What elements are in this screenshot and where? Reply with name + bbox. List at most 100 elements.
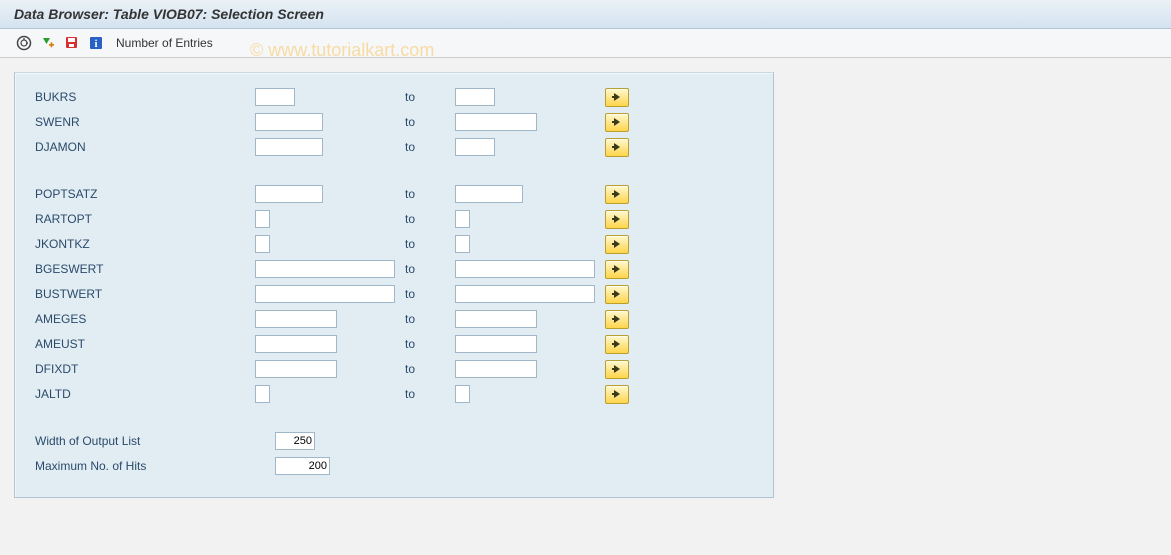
to-label: to — [405, 237, 455, 251]
multiselect-rartopt[interactable] — [605, 210, 629, 229]
to-label: to — [405, 140, 455, 154]
input-dfixdt-to[interactable] — [455, 360, 537, 378]
multiselect-ameges[interactable] — [605, 310, 629, 329]
multiselect-ameust[interactable] — [605, 335, 629, 354]
execute-plus-icon[interactable] — [38, 33, 58, 53]
input-dfixdt-from[interactable] — [255, 360, 337, 378]
input-ameges-to[interactable] — [455, 310, 537, 328]
arrow-right-icon — [614, 215, 620, 223]
input-bukrs-from[interactable] — [255, 88, 295, 106]
label-bustwert: BUSTWERT — [35, 287, 255, 301]
save-variant-icon[interactable] — [62, 33, 82, 53]
row-jkontkz: JKONTKZ to — [35, 232, 753, 256]
multiselect-jaltd[interactable] — [605, 385, 629, 404]
input-ameges-from[interactable] — [255, 310, 337, 328]
to-label: to — [405, 212, 455, 226]
row-dfixdt: DFIXDT to — [35, 357, 753, 381]
arrow-right-icon — [614, 190, 620, 198]
execute-icon[interactable] — [14, 33, 34, 53]
arrow-right-icon — [614, 240, 620, 248]
label-max-hits: Maximum No. of Hits — [35, 459, 275, 473]
content-area: BUKRS to SWENR to DJAMON to POPTSATZ to — [0, 58, 1171, 512]
multiselect-bukrs[interactable] — [605, 88, 629, 107]
arrow-right-icon — [614, 290, 620, 298]
input-max-hits[interactable] — [275, 457, 330, 475]
selection-box: BUKRS to SWENR to DJAMON to POPTSATZ to — [14, 72, 774, 498]
to-label: to — [405, 387, 455, 401]
row-width-output: Width of Output List — [35, 429, 753, 453]
row-rartopt: RARTOPT to — [35, 207, 753, 231]
input-jkontkz-to[interactable] — [455, 235, 470, 253]
label-rartopt: RARTOPT — [35, 212, 255, 226]
to-label: to — [405, 312, 455, 326]
to-label: to — [405, 187, 455, 201]
input-jaltd-to[interactable] — [455, 385, 470, 403]
input-jaltd-from[interactable] — [255, 385, 270, 403]
row-ameust: AMEUST to — [35, 332, 753, 356]
arrow-right-icon — [614, 390, 620, 398]
input-ameust-from[interactable] — [255, 335, 337, 353]
row-swenr: SWENR to — [35, 110, 753, 134]
input-rartopt-to[interactable] — [455, 210, 470, 228]
input-poptsatz-from[interactable] — [255, 185, 323, 203]
label-dfixdt: DFIXDT — [35, 362, 255, 376]
multiselect-bgeswert[interactable] — [605, 260, 629, 279]
row-ameges: AMEGES to — [35, 307, 753, 331]
number-of-entries-button[interactable]: Number of Entries — [116, 36, 213, 50]
input-bustwert-to[interactable] — [455, 285, 595, 303]
input-djamon-from[interactable] — [255, 138, 323, 156]
input-bgeswert-from[interactable] — [255, 260, 395, 278]
row-max-hits: Maximum No. of Hits — [35, 454, 753, 478]
input-ameust-to[interactable] — [455, 335, 537, 353]
arrow-right-icon — [614, 365, 620, 373]
row-bustwert: BUSTWERT to — [35, 282, 753, 306]
label-bgeswert: BGESWERT — [35, 262, 255, 276]
to-label: to — [405, 337, 455, 351]
row-jaltd: JALTD to — [35, 382, 753, 406]
multiselect-djamon[interactable] — [605, 138, 629, 157]
arrow-right-icon — [614, 340, 620, 348]
arrow-right-icon — [614, 315, 620, 323]
to-label: to — [405, 362, 455, 376]
row-djamon: DJAMON to — [35, 135, 753, 159]
svg-text:i: i — [94, 38, 97, 50]
label-jkontkz: JKONTKZ — [35, 237, 255, 251]
label-djamon: DJAMON — [35, 140, 255, 154]
multiselect-dfixdt[interactable] — [605, 360, 629, 379]
label-ameust: AMEUST — [35, 337, 255, 351]
label-poptsatz: POPTSATZ — [35, 187, 255, 201]
to-label: to — [405, 115, 455, 129]
row-bgeswert: BGESWERT to — [35, 257, 753, 281]
label-width-output: Width of Output List — [35, 434, 275, 448]
label-ameges: AMEGES — [35, 312, 255, 326]
input-bustwert-from[interactable] — [255, 285, 395, 303]
arrow-right-icon — [614, 118, 620, 126]
input-bukrs-to[interactable] — [455, 88, 495, 106]
arrow-right-icon — [614, 265, 620, 273]
toolbar: i Number of Entries — [0, 29, 1171, 58]
to-label: to — [405, 90, 455, 104]
to-label: to — [405, 287, 455, 301]
input-rartopt-from[interactable] — [255, 210, 270, 228]
multiselect-swenr[interactable] — [605, 113, 629, 132]
to-label: to — [405, 262, 455, 276]
input-djamon-to[interactable] — [455, 138, 495, 156]
label-swenr: SWENR — [35, 115, 255, 129]
multiselect-bustwert[interactable] — [605, 285, 629, 304]
arrow-right-icon — [614, 93, 620, 101]
input-width-output[interactable] — [275, 432, 315, 450]
input-swenr-to[interactable] — [455, 113, 537, 131]
input-jkontkz-from[interactable] — [255, 235, 270, 253]
multiselect-jkontkz[interactable] — [605, 235, 629, 254]
input-bgeswert-to[interactable] — [455, 260, 595, 278]
row-bukrs: BUKRS to — [35, 85, 753, 109]
page-title: Data Browser: Table VIOB07: Selection Sc… — [0, 0, 1171, 29]
info-icon[interactable]: i — [86, 33, 106, 53]
row-poptsatz: POPTSATZ to — [35, 182, 753, 206]
multiselect-poptsatz[interactable] — [605, 185, 629, 204]
label-jaltd: JALTD — [35, 387, 255, 401]
arrow-right-icon — [614, 143, 620, 151]
input-poptsatz-to[interactable] — [455, 185, 523, 203]
label-bukrs: BUKRS — [35, 90, 255, 104]
input-swenr-from[interactable] — [255, 113, 323, 131]
